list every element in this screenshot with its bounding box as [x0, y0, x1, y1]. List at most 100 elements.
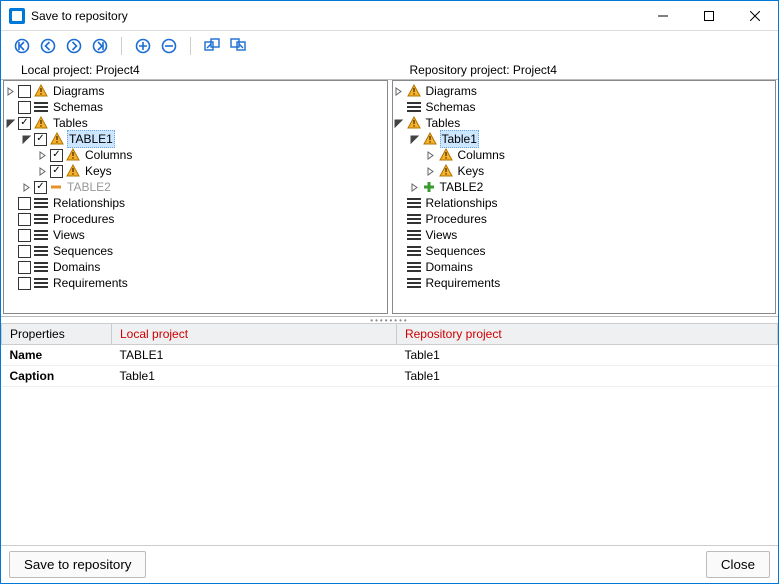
tree-node-label[interactable]: Diagrams — [424, 83, 479, 99]
tree-node-label[interactable]: Sequences — [424, 243, 488, 259]
tree-node-label[interactable]: Relationships — [424, 195, 500, 211]
nav-prev-button[interactable] — [37, 35, 59, 57]
tree-node-label[interactable]: Relationships — [51, 195, 127, 211]
category-icon — [407, 214, 421, 224]
maximize-button[interactable] — [686, 1, 732, 31]
tree-node-label[interactable]: TABLE2 — [438, 179, 486, 195]
collapse-icon[interactable] — [409, 133, 421, 145]
tree-node-label[interactable]: Tables — [51, 115, 90, 131]
copy-left-button[interactable] — [227, 35, 249, 57]
category-icon — [34, 102, 48, 112]
local-column-header: Local project — [112, 324, 397, 345]
category-icon — [407, 102, 421, 112]
tree-node-label[interactable]: Keys — [83, 163, 114, 179]
checkbox[interactable] — [34, 181, 47, 194]
warning-icon — [423, 132, 437, 146]
tree-node-label[interactable]: Columns — [456, 147, 507, 163]
category-icon — [407, 246, 421, 256]
property-label: Caption — [2, 366, 112, 387]
expand-icon[interactable] — [425, 165, 437, 177]
property-repo-value: Table1 — [396, 366, 777, 387]
expand-icon[interactable] — [36, 149, 48, 161]
warning-icon — [439, 164, 453, 178]
category-icon — [34, 246, 48, 256]
repo-column-header: Repository project — [396, 324, 777, 345]
tree-node-label[interactable]: Sequences — [51, 243, 115, 259]
category-icon — [34, 278, 48, 288]
properties-header: Properties — [2, 324, 112, 345]
save-button[interactable]: Save to repository — [9, 551, 146, 578]
close-window-button[interactable] — [732, 1, 778, 31]
checkbox[interactable] — [18, 245, 31, 258]
nav-first-button[interactable] — [11, 35, 33, 57]
toolbar-separator — [121, 37, 122, 55]
collapse-icon[interactable] — [20, 133, 32, 145]
window-title: Save to repository — [31, 9, 128, 23]
checkbox[interactable] — [50, 165, 63, 178]
category-icon — [34, 214, 48, 224]
warning-icon — [439, 148, 453, 162]
tree-node-label[interactable]: Schemas — [424, 99, 478, 115]
tree-node-label[interactable]: Domains — [51, 259, 102, 275]
add-button[interactable] — [132, 35, 154, 57]
collapse-icon[interactable] — [393, 117, 405, 129]
tree-node-label[interactable]: Diagrams — [51, 83, 106, 99]
tree-node-label[interactable]: Views — [424, 227, 460, 243]
category-icon — [407, 198, 421, 208]
expand-icon[interactable] — [393, 85, 405, 97]
warning-icon — [66, 148, 80, 162]
tree-node-label[interactable]: Table1 — [440, 130, 479, 148]
expand-icon[interactable] — [36, 165, 48, 177]
tree-node-label[interactable]: Tables — [424, 115, 463, 131]
tree-node-label[interactable]: Procedures — [424, 211, 489, 227]
tree-node-label[interactable]: TABLE1 — [67, 130, 115, 148]
property-row: Caption Table1 Table1 — [2, 366, 778, 387]
checkbox[interactable] — [34, 133, 47, 146]
nav-last-button[interactable] — [89, 35, 111, 57]
category-icon — [34, 262, 48, 272]
warning-icon — [407, 116, 421, 130]
tree-node-label[interactable]: Requirements — [424, 275, 503, 291]
checkbox[interactable] — [18, 117, 31, 130]
checkbox[interactable] — [50, 149, 63, 162]
collapse-icon[interactable] — [4, 117, 16, 129]
tree-node-label[interactable]: Procedures — [51, 211, 116, 227]
properties-panel: Properties Local project Repository proj… — [1, 323, 778, 545]
remove-button[interactable] — [158, 35, 180, 57]
copy-right-button[interactable] — [201, 35, 223, 57]
expand-icon[interactable] — [4, 85, 16, 97]
tree-node-label[interactable]: Requirements — [51, 275, 130, 291]
tree-node-label[interactable]: Views — [51, 227, 87, 243]
tree-node-label[interactable]: Columns — [83, 147, 134, 163]
nav-next-button[interactable] — [63, 35, 85, 57]
category-icon — [34, 230, 48, 240]
tree-node-label[interactable]: TABLE2 — [65, 179, 113, 195]
checkbox[interactable] — [18, 85, 31, 98]
local-tree[interactable]: Diagrams Schemas Tables TABLE1 Columns K… — [3, 80, 388, 314]
expand-icon[interactable] — [409, 181, 421, 193]
checkbox[interactable] — [18, 197, 31, 210]
tree-node-label[interactable]: Schemas — [51, 99, 105, 115]
expand-icon[interactable] — [20, 181, 32, 193]
category-icon — [34, 198, 48, 208]
added-icon — [423, 181, 435, 193]
expand-icon[interactable] — [425, 149, 437, 161]
tree-node-label[interactable]: Domains — [424, 259, 475, 275]
repo-tree[interactable]: Diagrams Schemas Tables Table1 Columns K… — [392, 80, 777, 314]
category-icon — [407, 278, 421, 288]
tree-node-label[interactable]: Keys — [456, 163, 487, 179]
checkbox[interactable] — [18, 229, 31, 242]
warning-icon — [407, 84, 421, 98]
checkbox[interactable] — [18, 261, 31, 274]
checkbox[interactable] — [18, 277, 31, 290]
minimize-button[interactable] — [640, 1, 686, 31]
property-local-value: Table1 — [112, 366, 397, 387]
checkbox[interactable] — [18, 213, 31, 226]
checkbox[interactable] — [18, 101, 31, 114]
toolbar-separator — [190, 37, 191, 55]
toolbar — [1, 31, 778, 61]
property-local-value: TABLE1 — [112, 345, 397, 366]
warning-icon — [34, 84, 48, 98]
repo-tree-header: Repository project: Project4 — [390, 61, 779, 79]
close-button[interactable]: Close — [706, 551, 770, 578]
